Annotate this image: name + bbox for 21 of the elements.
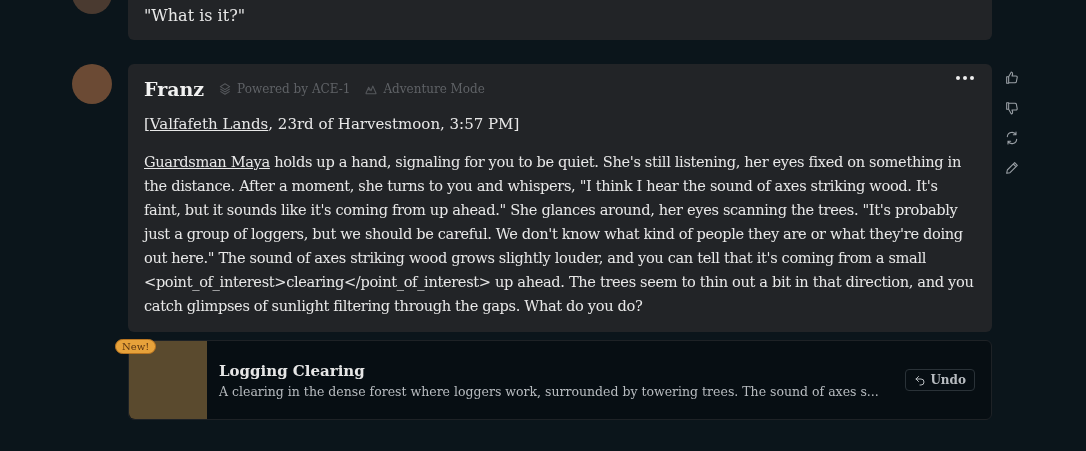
tag-label: Adventure Mode [383, 82, 485, 96]
location-description: A clearing in the dense forest where loggers work, surrounded by towering trees. The sound of axes s... [219, 383, 880, 399]
tag-label: Powered by ACE-1 [237, 82, 351, 96]
bracket-text: [ [144, 115, 150, 133]
mountain-icon [364, 82, 379, 96]
message-text: "What is it?" [144, 5, 247, 27]
new-badge: New! [115, 339, 157, 354]
undo-icon [914, 374, 927, 386]
layers-icon [218, 82, 233, 96]
edit-icon[interactable] [1004, 160, 1020, 176]
undo-button[interactable]: Undo [905, 369, 975, 391]
character-link[interactable]: Guardsman Maya [144, 153, 270, 170]
thumbs-down-icon[interactable] [1004, 100, 1020, 116]
avatar [72, 64, 112, 104]
author-name: Franz [144, 78, 205, 100]
location-link[interactable]: Valfafeth Lands [149, 115, 269, 133]
location-title: Logging Clearing [219, 361, 366, 380]
message-text: Guardsman Maya holds up a hand, signaling for you to be quiet. She's still listening, her eyes fixed on something in the distance. After a moment, she turns to you and whispers, "I think I hear the sound of axes striking wood. It's faint, but it sounds like it's coming from up ahead." She glances around, her eyes scanning the trees. "It's probably just a group of loggers, but we should be careful. We don't know what kind of people they are or what they're doing out here." The sound of axes striking wood grows slightly louder, and you can tell that it's coming from a small <point_of_interest>clearing</point_of_interest> up ahead. The trees seem to thin out a bit in that direction, and you catch glimpses of sunlight filtering through the gaps. What do you do? [144, 152, 975, 316]
date-text: , 23rd of Harvestmoon, 3:57 PM] [268, 115, 520, 133]
thumbs-up-icon[interactable] [1004, 70, 1020, 86]
refresh-icon[interactable] [1004, 130, 1020, 146]
